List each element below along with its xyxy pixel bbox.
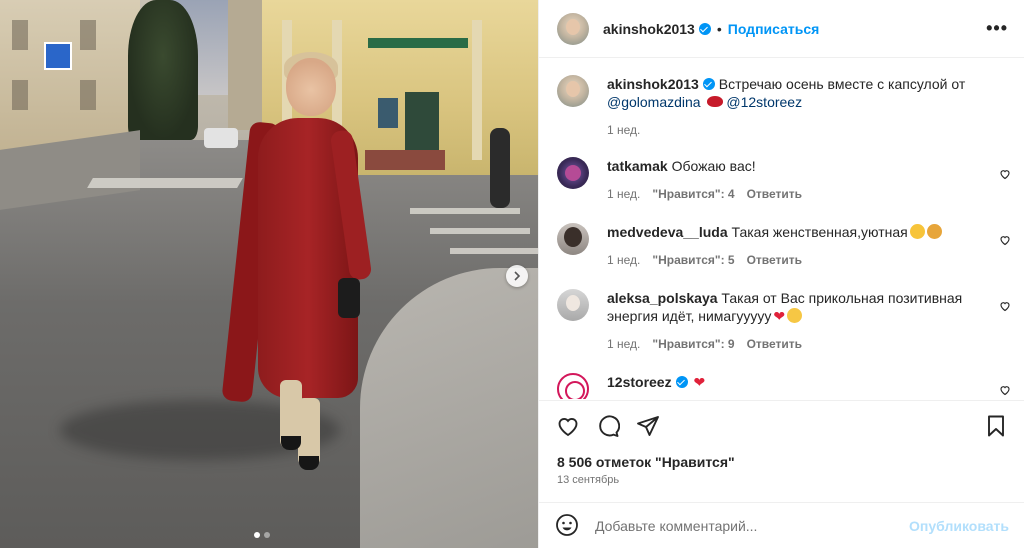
comment-icon[interactable] bbox=[595, 413, 621, 439]
photo-steps bbox=[365, 150, 445, 170]
comment-text: Обожаю вас! bbox=[671, 158, 756, 174]
comment-username[interactable]: medvedeva__luda bbox=[607, 224, 728, 240]
photo-pedestrian bbox=[490, 128, 510, 208]
commenter-avatar[interactable] bbox=[557, 289, 589, 321]
carousel-dots bbox=[254, 532, 270, 538]
comment-input[interactable] bbox=[595, 517, 910, 534]
add-comment-bar: Опубликовать bbox=[539, 502, 1024, 548]
photo-tree bbox=[128, 0, 198, 140]
comment-username[interactable]: 12storeez bbox=[607, 374, 672, 390]
publish-button[interactable]: Опубликовать bbox=[909, 518, 1009, 534]
verified-icon bbox=[675, 376, 688, 388]
caption-body: akinshok2013 Встречаю осень вместе с кап… bbox=[607, 75, 1013, 139]
comment-likes[interactable]: "Нравится": 9 bbox=[652, 335, 734, 353]
mention-link[interactable]: @golomazdina bbox=[607, 94, 701, 110]
comment-like-icon[interactable] bbox=[999, 299, 1011, 312]
verified-icon bbox=[698, 22, 711, 35]
emoji-icon[interactable] bbox=[555, 513, 581, 539]
comment-time[interactable]: 1 нед. bbox=[607, 185, 640, 203]
chevron-right-icon bbox=[514, 271, 521, 281]
photo-woman-face bbox=[286, 58, 336, 116]
comment-likes[interactable]: "Нравится": 5 bbox=[652, 251, 734, 269]
comment-time[interactable]: 1 нед. bbox=[607, 335, 640, 353]
commenter-avatar[interactable] bbox=[557, 223, 589, 255]
verified-icon bbox=[702, 78, 715, 90]
author-username[interactable]: akinshok2013 bbox=[603, 21, 695, 37]
mention-link[interactable]: @12storeez bbox=[726, 94, 802, 110]
pedestrian-sign bbox=[44, 42, 72, 70]
comment-text: Такая женственная,уютная bbox=[731, 224, 908, 240]
post-date[interactable]: 13 сентябрь bbox=[557, 474, 619, 486]
comment-row: aleksa_polskaya Такая от Вас прикольная … bbox=[557, 289, 1013, 353]
comment-likes[interactable]: "Нравится": 4 bbox=[652, 185, 734, 203]
post-details-panel: akinshok2013 • Подписаться ••• akinshok2… bbox=[538, 0, 1024, 548]
comment-meta: 1 нед. "Нравится": 4 Ответить bbox=[607, 185, 1013, 203]
crosswalk-stripe bbox=[410, 208, 520, 214]
grin-emoji-icon bbox=[787, 308, 803, 323]
comment-body: medvedeva__luda Такая женственная,уютная… bbox=[607, 223, 1013, 269]
photo-car bbox=[204, 128, 238, 148]
comment-body: tatkamak Обожаю вас! 1 нед. "Нравится": … bbox=[607, 157, 1013, 203]
reply-button[interactable]: Ответить bbox=[747, 185, 802, 203]
comment-time[interactable]: 1 нед. bbox=[607, 251, 640, 269]
carousel-next-button[interactable] bbox=[506, 265, 528, 287]
comment-row: tatkamak Обожаю вас! 1 нед. "Нравится": … bbox=[557, 157, 1013, 203]
comment-body: 12storeez ❤ bbox=[607, 373, 1013, 399]
reply-button[interactable]: Ответить bbox=[747, 251, 802, 269]
author-avatar[interactable] bbox=[557, 75, 589, 107]
comment-username[interactable]: tatkamak bbox=[607, 158, 668, 174]
comment-row: 12storeez ❤ bbox=[557, 373, 1013, 399]
comment-like-icon[interactable] bbox=[999, 233, 1011, 246]
photo-door bbox=[405, 92, 439, 154]
crosswalk-stripe bbox=[430, 228, 530, 234]
carousel-dot bbox=[264, 532, 270, 538]
comment-meta: 1 нед. "Нравится": 9 Ответить bbox=[607, 335, 1013, 353]
comment-meta: 1 нед. "Нравится": 5 Ответить bbox=[607, 251, 1013, 269]
commenter-avatar[interactable] bbox=[557, 373, 589, 399]
comments-list: akinshok2013 Встречаю осень вместе с кап… bbox=[539, 59, 1024, 399]
photo-handbag bbox=[338, 278, 360, 318]
comment-row: medvedeva__luda Такая женственная,уютная… bbox=[557, 223, 1013, 269]
red-heart-emoji-icon: ❤ bbox=[773, 308, 786, 324]
post-header: akinshok2013 • Подписаться ••• bbox=[539, 0, 1024, 58]
crosswalk-stripe bbox=[450, 248, 538, 254]
photo-boot-toe bbox=[299, 456, 319, 470]
photo-window bbox=[378, 98, 398, 128]
photo-shop-sign bbox=[368, 38, 468, 48]
commenter-avatar[interactable] bbox=[557, 157, 589, 189]
photo-boot-toe bbox=[281, 436, 301, 450]
comment-like-icon[interactable] bbox=[999, 167, 1011, 180]
caption-time[interactable]: 1 нед. bbox=[607, 121, 640, 139]
caption-meta: 1 нед. bbox=[607, 121, 1013, 139]
photo-building-left bbox=[0, 0, 140, 150]
post-actions bbox=[539, 400, 1024, 450]
header-user: akinshok2013 • Подписаться bbox=[603, 21, 819, 37]
share-icon[interactable] bbox=[635, 413, 661, 439]
red-heart-emoji-icon: ❤ bbox=[693, 374, 706, 390]
lips-emoji-icon bbox=[706, 96, 723, 107]
more-icon[interactable]: ••• bbox=[986, 18, 1008, 39]
star-eyes-emoji-icon bbox=[909, 224, 925, 239]
likes-count[interactable]: 8 506 отметок "Нравится" bbox=[557, 454, 735, 470]
caption-row: akinshok2013 Встречаю осень вместе с кап… bbox=[557, 75, 1013, 139]
comment-body: aleksa_polskaya Такая от Вас прикольная … bbox=[607, 289, 1013, 353]
header-separator: • bbox=[716, 20, 722, 37]
crosswalk-stripe bbox=[87, 178, 243, 188]
post-photo[interactable] bbox=[0, 0, 538, 548]
author-avatar[interactable] bbox=[557, 12, 589, 45]
comment-username[interactable]: aleksa_polskaya bbox=[607, 290, 718, 306]
bookmark-icon[interactable] bbox=[983, 413, 1009, 439]
caption-username[interactable]: akinshok2013 bbox=[607, 76, 699, 92]
follow-button[interactable]: Подписаться bbox=[728, 21, 820, 37]
heart-icon[interactable] bbox=[555, 413, 581, 439]
carousel-dot-active bbox=[254, 532, 260, 538]
clap-emoji-icon bbox=[926, 224, 942, 239]
reply-button[interactable]: Ответить bbox=[747, 335, 802, 353]
caption-text: Встречаю осень вместе с капсулой от bbox=[718, 76, 966, 92]
comment-like-icon[interactable] bbox=[999, 383, 1011, 396]
